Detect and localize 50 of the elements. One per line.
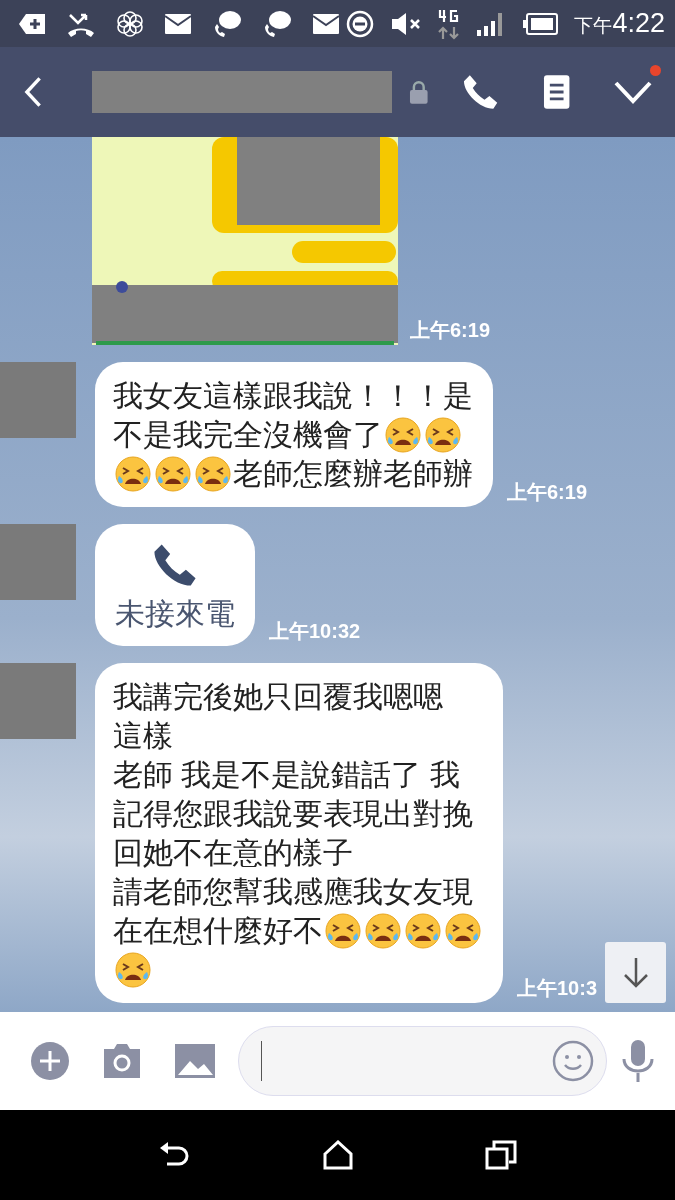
message-time: 上午6:19 <box>507 480 588 505</box>
back-icon[interactable] <box>22 75 44 109</box>
mail-icon <box>164 12 192 35</box>
message-time: 上午10:32 <box>269 619 361 644</box>
message-text: 老師 我是不是說錯話了 我 <box>113 756 460 793</box>
crying-face-icon <box>404 911 442 950</box>
phone-icon <box>152 542 198 588</box>
do-not-disturb-icon <box>346 9 375 38</box>
crying-face-icon <box>114 950 152 989</box>
camera-icon[interactable] <box>102 1043 142 1079</box>
missed-call-label: 未接來電 <box>115 596 235 632</box>
phone-icon[interactable] <box>462 73 500 111</box>
status-time: 下午4:22 <box>574 7 665 41</box>
flower-icon <box>116 9 144 38</box>
message-time: 上午10:3 <box>517 976 598 1001</box>
emoji-icon[interactable] <box>552 1040 594 1082</box>
add-icon[interactable] <box>30 1041 70 1081</box>
message-text: 老師怎麼辦老師辦 <box>233 455 473 492</box>
note-icon[interactable] <box>542 74 570 110</box>
message-text: 請老師您幫我感應我女友現 <box>113 873 473 910</box>
battery-icon <box>522 12 559 35</box>
image-icon[interactable] <box>174 1043 216 1079</box>
crying-face-icon <box>444 911 482 950</box>
chevron-down-icon[interactable] <box>612 79 653 105</box>
scroll-down-button[interactable] <box>605 942 666 1003</box>
mute-icon <box>390 10 423 37</box>
message-text: 我講完後她只回覆我嗯嗯 <box>113 678 443 715</box>
crying-face-icon <box>324 911 362 950</box>
recent-apps-icon[interactable] <box>484 1140 517 1170</box>
crying-face-icon <box>384 415 422 454</box>
crying-face-icon <box>194 454 232 493</box>
message-text: 記得您跟我說要表現出對挽 <box>113 795 473 832</box>
chat-call-icon <box>262 8 292 39</box>
tag-plus-icon <box>18 12 46 35</box>
message-text: 不是我完全沒機會了 <box>113 416 383 453</box>
message-time: 上午6:19 <box>410 318 491 343</box>
crying-face-icon <box>424 415 462 454</box>
crying-face-icon <box>154 454 192 493</box>
lock-icon <box>409 80 430 104</box>
crying-face-icon <box>114 454 152 493</box>
home-icon[interactable] <box>322 1140 353 1170</box>
crying-face-icon <box>364 911 402 950</box>
network-4g-icon <box>438 7 461 40</box>
message-text: 回她不在意的樣子 <box>113 834 353 871</box>
microphone-icon[interactable] <box>621 1039 655 1083</box>
message-text: 我女友這樣跟我說！！！是 <box>113 377 473 414</box>
mail-icon <box>312 12 340 35</box>
chat-call-icon <box>212 8 242 39</box>
message-text: 這樣 <box>113 717 173 754</box>
message-text: 在在想什麼好不 <box>113 912 323 949</box>
